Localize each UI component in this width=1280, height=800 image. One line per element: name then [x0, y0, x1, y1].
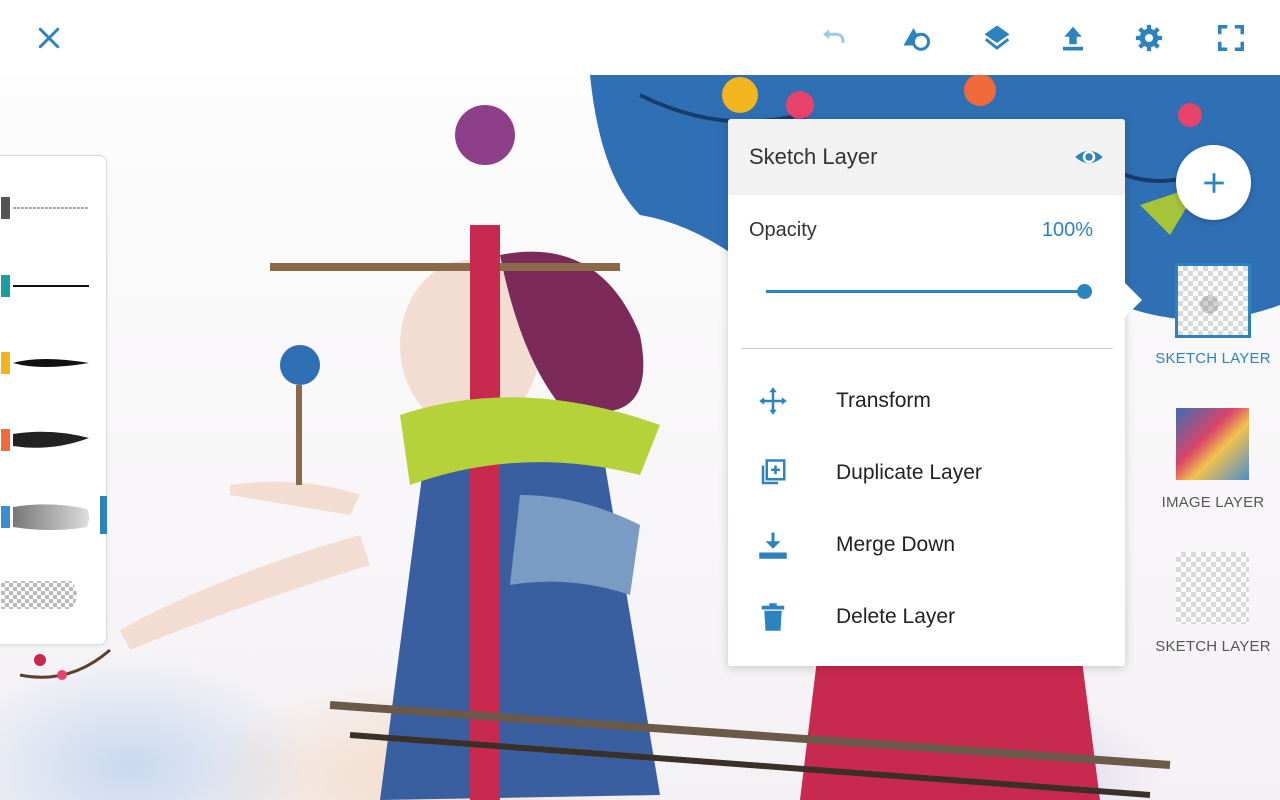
brush-color-swatch	[1, 506, 10, 528]
paint-brush-stroke-icon	[13, 431, 89, 448]
merge-down-icon	[759, 532, 787, 559]
eye-icon[interactable]	[1074, 142, 1104, 172]
add-layer-button[interactable]	[1176, 145, 1251, 220]
layer-thumbnail-sketch[interactable]	[1176, 552, 1249, 624]
brush-color-swatch	[1, 429, 10, 451]
fullscreen-icon	[1218, 25, 1244, 51]
brush-panel	[0, 155, 107, 645]
sketch-thumbnail-preview	[1200, 295, 1219, 314]
popover-arrow	[1125, 283, 1142, 317]
close-icon	[38, 27, 60, 49]
divider	[741, 348, 1113, 349]
eraser-stroke-icon	[1, 581, 77, 609]
merge-down-label: Merge Down	[836, 533, 956, 556]
brush-paint-brush[interactable]	[1, 420, 96, 460]
upload-icon	[1063, 26, 1083, 51]
layer-thumbnail-image[interactable]	[1176, 408, 1249, 480]
airbrush-stroke-icon	[13, 504, 89, 530]
brush-pencil[interactable]	[1, 188, 96, 228]
layer-label-sketch-selected: SKETCH LAYER	[1155, 350, 1271, 367]
transform-label: Transform	[836, 389, 931, 412]
plus-icon	[1203, 172, 1224, 193]
opacity-slider-thumb[interactable]	[1077, 284, 1092, 299]
merge-down-action[interactable]: Merge Down	[728, 516, 1125, 574]
brush-eraser[interactable]	[1, 575, 96, 615]
delete-layer-label: Delete Layer	[836, 605, 956, 628]
brush-color-swatch	[1, 275, 10, 297]
layer-label-sketch: SKETCH LAYER	[1155, 638, 1271, 655]
opacity-slider[interactable]	[766, 282, 1092, 302]
upload-button[interactable]	[1053, 18, 1093, 58]
layer-panel-header: Sketch Layer	[728, 119, 1125, 195]
fullscreen-button[interactable]	[1211, 18, 1251, 58]
layer-thumbnail-sketch-selected[interactable]	[1175, 263, 1251, 338]
layers-button[interactable]	[977, 18, 1017, 58]
duplicate-icon	[761, 459, 786, 485]
brush-brush-pen[interactable]	[1, 343, 96, 383]
delete-layer-action[interactable]: Delete Layer	[728, 588, 1125, 646]
layer-properties-panel: Sketch Layer Opacity 100% Transform Dupl…	[728, 119, 1125, 666]
opacity-row: Opacity 100%	[749, 219, 1093, 242]
layers-icon	[984, 25, 1010, 50]
undo-button[interactable]	[813, 18, 853, 58]
opacity-value: 100%	[1041, 219, 1093, 241]
settings-icon	[1135, 24, 1163, 52]
selected-brush-indicator	[100, 496, 107, 534]
settings-button[interactable]	[1129, 18, 1169, 58]
undo-icon	[823, 29, 845, 43]
ink-pen-stroke-icon	[13, 285, 89, 287]
move-icon	[759, 387, 787, 415]
layer-label-image: IMAGE LAYER	[1161, 494, 1265, 511]
shape-button[interactable]	[896, 18, 936, 58]
brush-pen-stroke-icon	[13, 359, 89, 367]
brush-color-swatch	[1, 197, 10, 219]
top-toolbar	[0, 0, 1280, 75]
duplicate-layer-action[interactable]: Duplicate Layer	[728, 444, 1125, 502]
pencil-stroke-icon	[13, 207, 89, 209]
close-button[interactable]	[29, 18, 69, 58]
duplicate-layer-label: Duplicate Layer	[836, 461, 982, 484]
brush-ink-pen[interactable]	[1, 266, 96, 306]
opacity-slider-track	[766, 290, 1092, 293]
transform-action[interactable]: Transform	[728, 372, 1125, 430]
trash-icon	[761, 603, 785, 631]
shape-icon	[903, 28, 930, 51]
brush-soft-airbrush[interactable]	[1, 497, 96, 537]
brush-color-swatch	[1, 352, 10, 374]
layer-panel-title: Sketch Layer	[749, 144, 878, 169]
opacity-label: Opacity	[749, 219, 817, 241]
